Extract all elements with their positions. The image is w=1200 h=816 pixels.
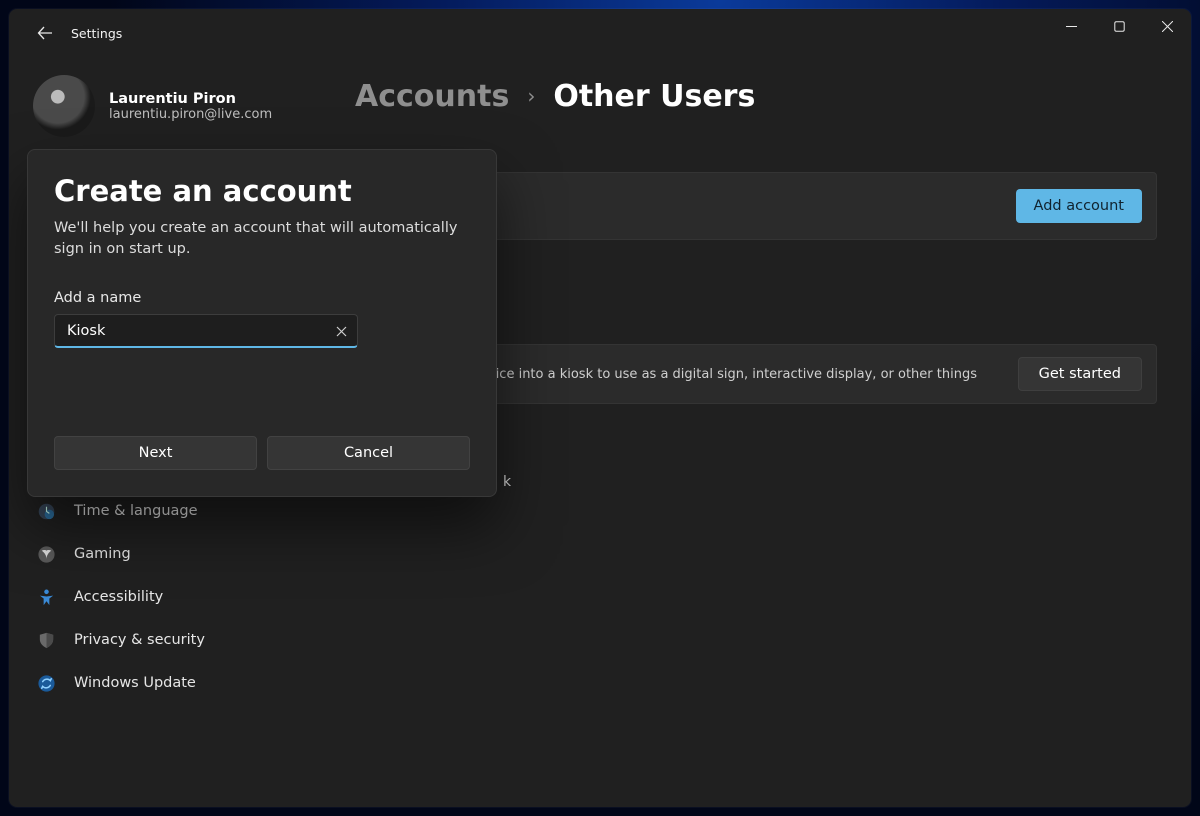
breadcrumb: Accounts › Other Users [355, 79, 1157, 114]
maximize-icon [1114, 21, 1125, 32]
dialog-buttons: Next Cancel [54, 436, 470, 470]
xbox-icon [37, 545, 56, 564]
create-account-dialog: Create an account We'll help you create … [27, 149, 497, 497]
titlebar: Settings [9, 9, 1191, 57]
page-title: Other Users [553, 79, 755, 114]
sidebar-item-label: Privacy & security [74, 632, 205, 648]
breadcrumb-parent[interactable]: Accounts [355, 79, 509, 114]
sidebar-item-accessibility[interactable]: Accessibility [25, 577, 321, 617]
accessibility-icon [37, 588, 56, 607]
close-button[interactable] [1143, 9, 1191, 43]
avatar [33, 75, 95, 137]
dialog-title: Create an account [54, 174, 470, 208]
back-button[interactable] [27, 15, 63, 51]
clear-input-button[interactable] [328, 318, 354, 344]
add-account-button[interactable]: Add account [1016, 189, 1142, 223]
maximize-button[interactable] [1095, 9, 1143, 43]
back-arrow-icon [37, 25, 53, 41]
sidebar-item-label: Windows Update [74, 675, 196, 691]
caption-buttons [1047, 9, 1191, 57]
sidebar-item-gaming[interactable]: Gaming [25, 534, 321, 574]
minimize-icon [1066, 21, 1077, 32]
settings-window: Settings Laurentiu Piron laurentiu.piron… [9, 9, 1191, 807]
cancel-button[interactable]: Cancel [267, 436, 470, 470]
sync-icon [37, 674, 56, 693]
dialog-description: We'll help you create an account that wi… [54, 218, 470, 260]
clock-globe-icon [37, 502, 56, 521]
name-field-label: Add a name [54, 290, 470, 306]
name-input[interactable] [54, 314, 358, 348]
shield-icon [37, 631, 56, 650]
name-input-wrap [54, 314, 358, 348]
next-button[interactable]: Next [54, 436, 257, 470]
sidebar-item-label: Accessibility [74, 589, 163, 605]
chevron-right-icon: › [527, 84, 535, 108]
profile-block[interactable]: Laurentiu Piron laurentiu.piron@live.com [25, 67, 321, 151]
profile-name: Laurentiu Piron [109, 91, 272, 107]
close-icon [1162, 21, 1173, 32]
sidebar-item-privacy-security[interactable]: Privacy & security [25, 620, 321, 660]
sidebar-item-windows-update[interactable]: Windows Update [25, 663, 321, 703]
minimize-button[interactable] [1047, 9, 1095, 43]
profile-email: laurentiu.piron@live.com [109, 107, 272, 122]
get-started-button[interactable]: Get started [1018, 357, 1142, 391]
obscured-text-fragment: k [503, 474, 1157, 490]
x-icon [336, 326, 347, 337]
nav-list: Time & language Gaming Accessibility [25, 491, 321, 703]
sidebar-item-label: Gaming [74, 546, 131, 562]
app-title: Settings [71, 26, 122, 41]
sidebar-item-label: Time & language [74, 503, 198, 519]
